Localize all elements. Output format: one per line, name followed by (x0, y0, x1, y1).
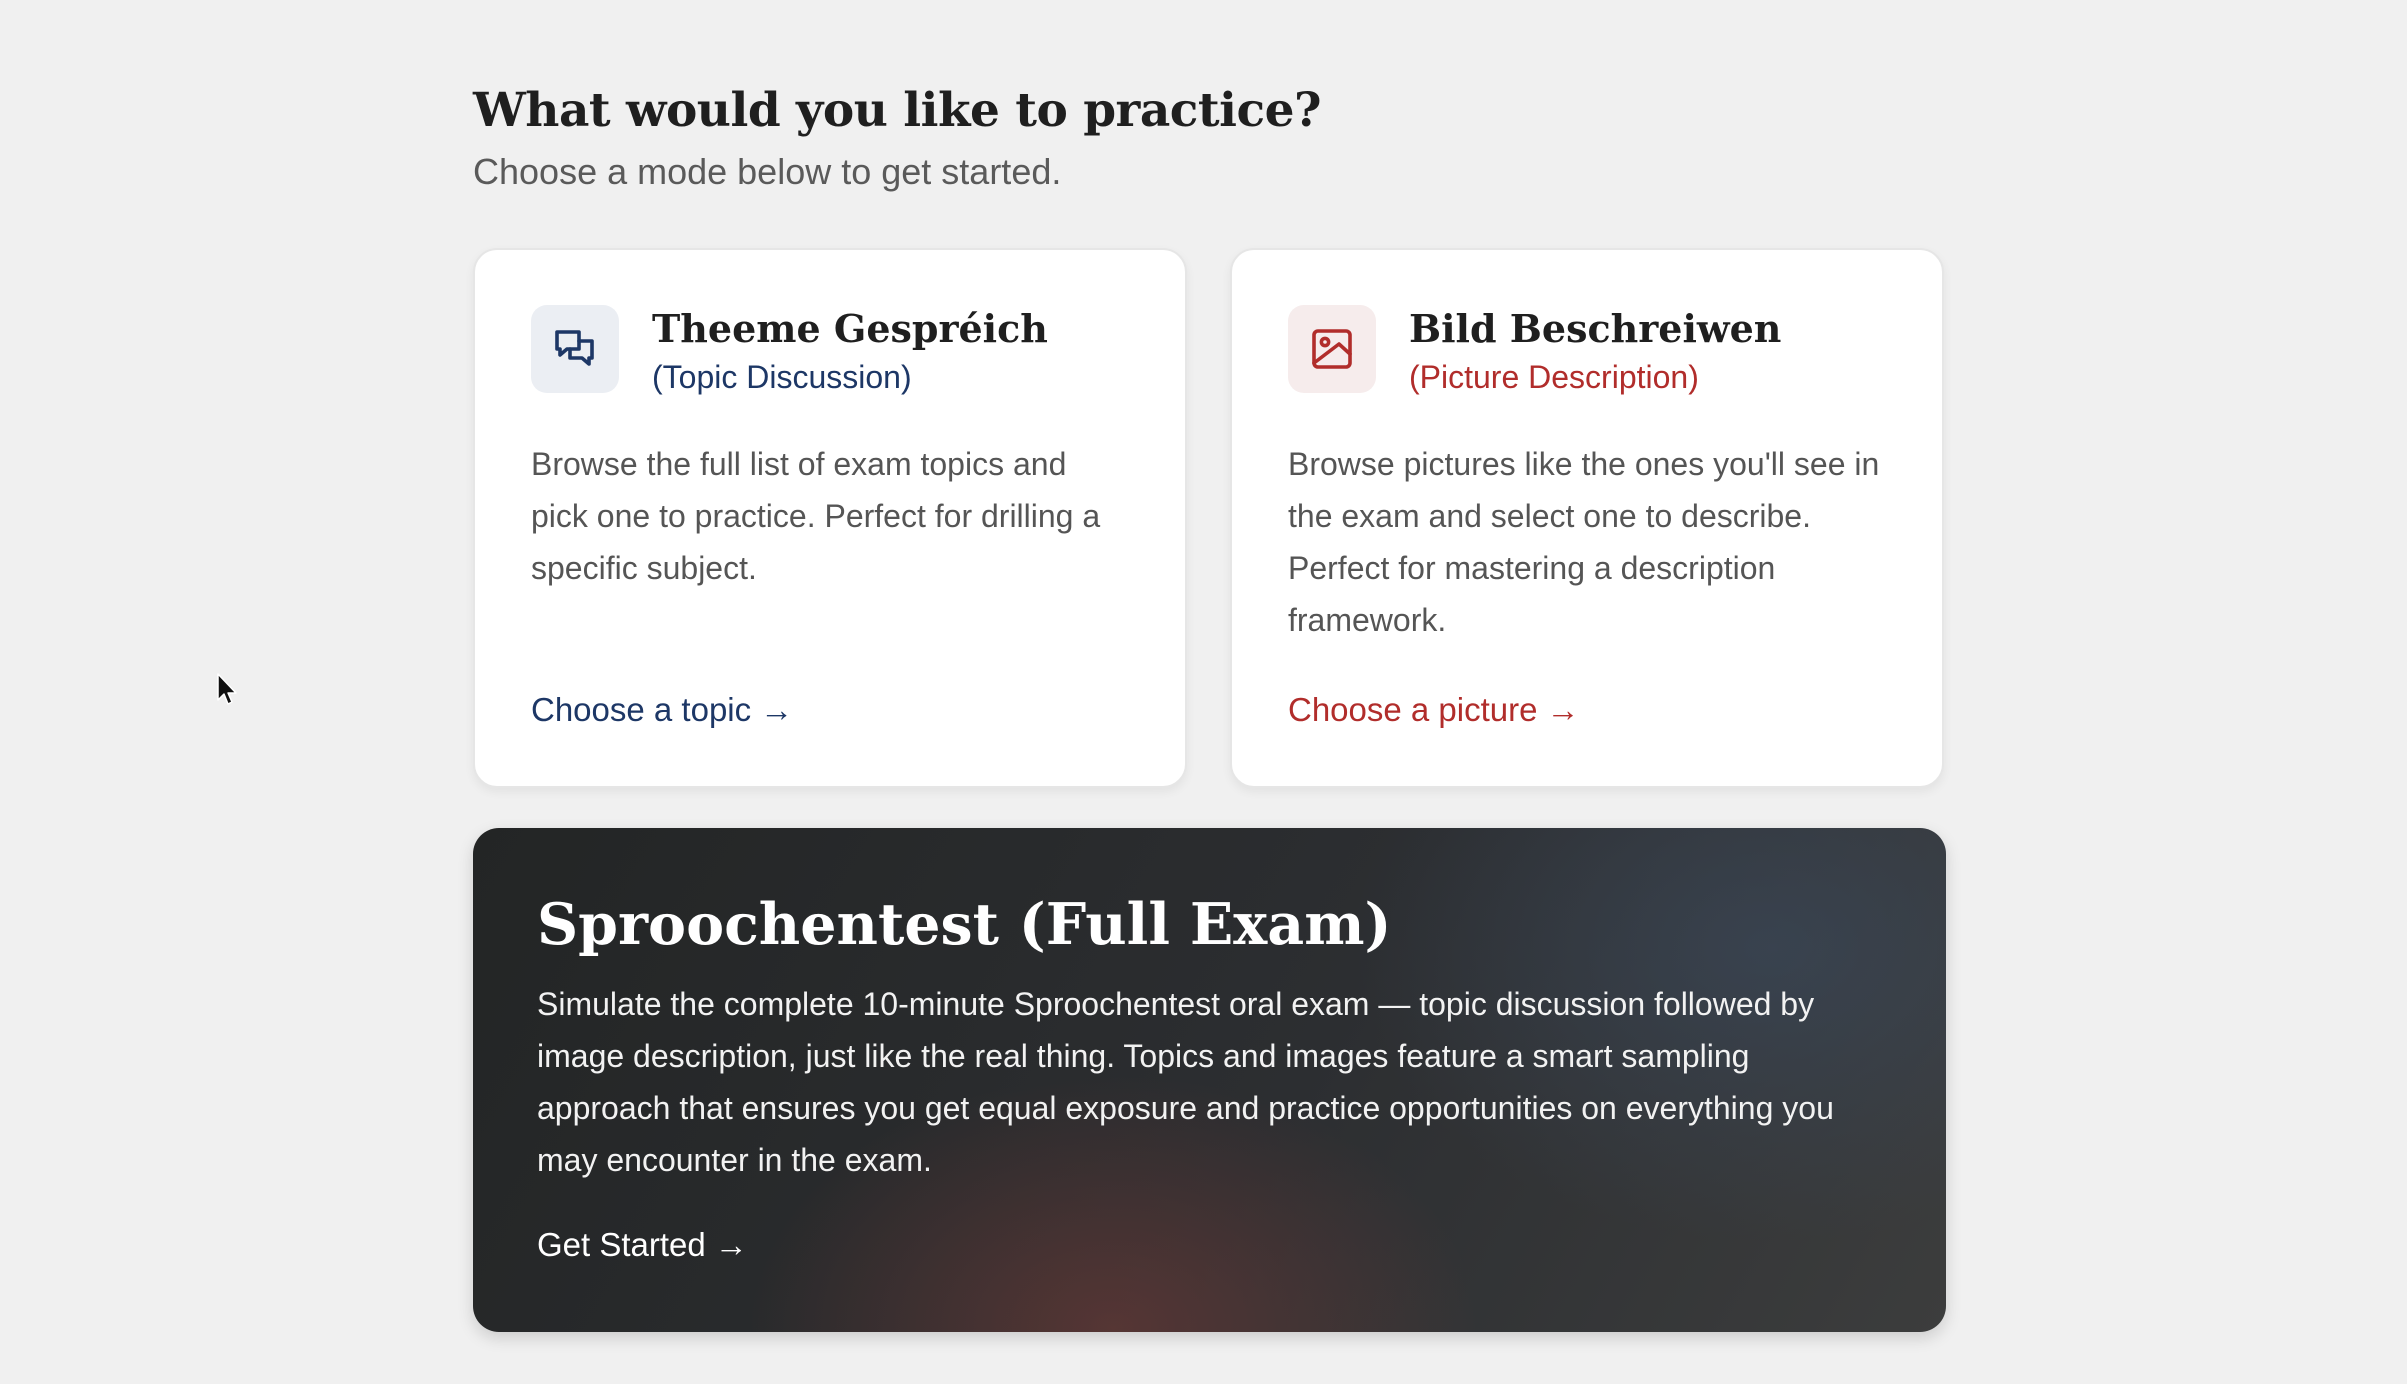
mouse-cursor-icon (217, 673, 237, 705)
card-title: Theeme Gespréich (652, 306, 1048, 351)
choose-picture-link[interactable]: Choose a picture → (1288, 688, 1580, 732)
topic-discussion-card[interactable]: Theeme Gespréich (Topic Discussion) Brow… (473, 248, 1187, 788)
exam-description: Simulate the complete 10-minute Sprooche… (537, 986, 1834, 1178)
get-started-link[interactable]: Get Started → (537, 1223, 748, 1267)
main-content: What would you like to practice? Choose … (473, 80, 1946, 1332)
picture-description-card[interactable]: Bild Beschreiwen (Picture Description) B… (1230, 248, 1944, 788)
image-icon (1288, 305, 1376, 393)
card-description: Browse the full list of exam topics and … (531, 446, 1101, 586)
mode-cards: Theeme Gespréich (Topic Discussion) Brow… (473, 248, 1946, 788)
chat-bubbles-icon (531, 305, 619, 393)
page-subtitle: Choose a mode below to get started. (473, 151, 1062, 192)
card-title: Bild Beschreiwen (1409, 306, 1782, 351)
card-subtitle: (Picture Description) (1409, 359, 1699, 395)
card-subtitle: (Topic Discussion) (652, 359, 912, 395)
full-exam-card[interactable]: Sproochentest (Full Exam) Simulate the c… (473, 828, 1946, 1332)
page: What would you like to practice? Choose … (0, 0, 2407, 1384)
card-description: Browse pictures like the ones you'll see… (1288, 446, 1880, 638)
page-title: What would you like to practice? (473, 83, 1322, 138)
exam-title: Sproochentest (Full Exam) (537, 891, 1392, 958)
choose-topic-link[interactable]: Choose a topic → (531, 688, 793, 732)
